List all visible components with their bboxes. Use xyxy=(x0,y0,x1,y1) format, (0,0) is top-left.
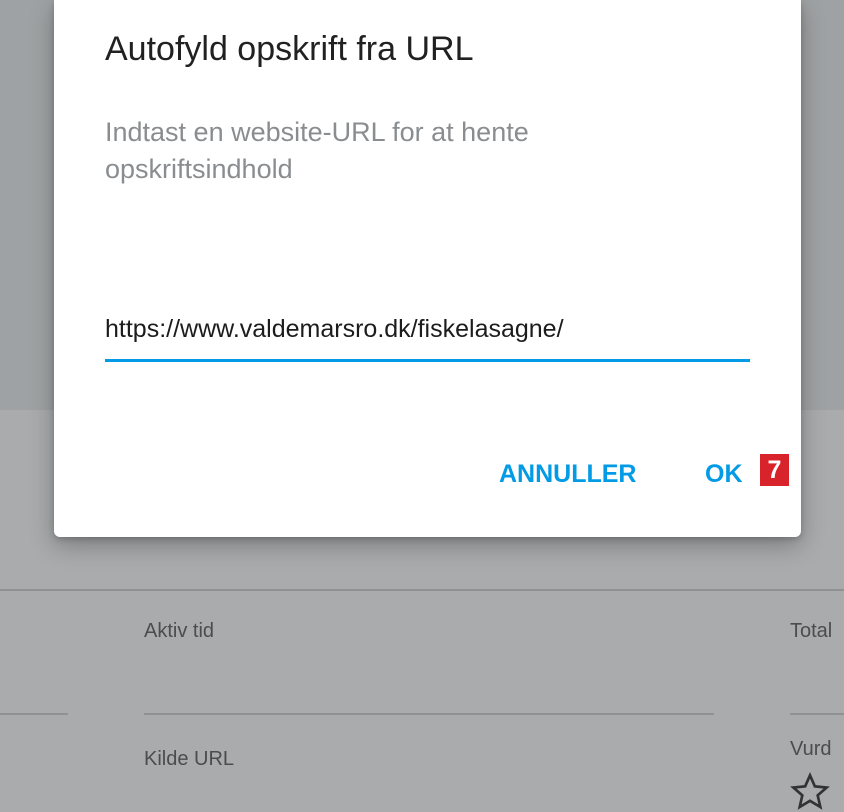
total-time-label: Total xyxy=(790,620,833,642)
active-time-label: Aktiv tid xyxy=(144,620,215,642)
background-divider xyxy=(0,589,844,591)
dialog-title: Autofyld opskrift fra URL xyxy=(105,30,474,68)
step-badge: 7 xyxy=(760,454,789,486)
dialog-message: Indtast en website-URL for at hente opsk… xyxy=(105,117,529,184)
star-outline-icon[interactable] xyxy=(790,772,830,812)
background-divider xyxy=(0,713,68,715)
ok-button[interactable]: OK xyxy=(705,460,743,489)
rating-label: Vurd xyxy=(790,738,832,760)
url-input[interactable] xyxy=(105,300,750,362)
cancel-button[interactable]: ANNULLER xyxy=(499,460,637,489)
background-divider xyxy=(144,713,714,715)
background-divider xyxy=(790,713,844,715)
autofill-recipe-dialog: Autofyld opskrift fra URL Indtast en web… xyxy=(54,0,801,537)
source-url-label: Kilde URL xyxy=(144,748,235,770)
